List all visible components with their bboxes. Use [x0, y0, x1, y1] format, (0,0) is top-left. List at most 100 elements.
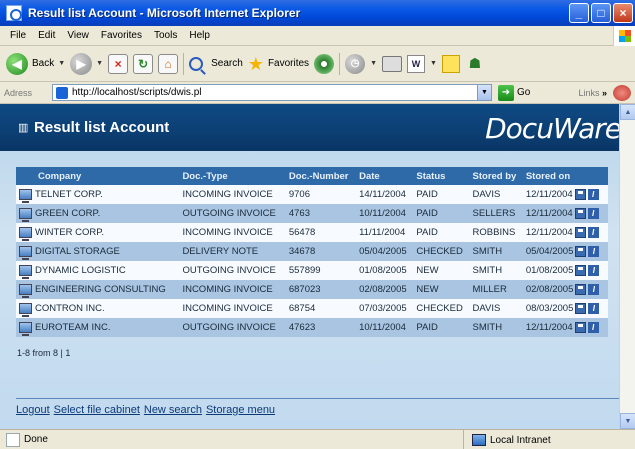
maximize-button[interactable]: □ [591, 3, 611, 23]
refresh-icon[interactable]: ↻ [133, 53, 154, 74]
address-dropdown-icon[interactable]: ▼ [477, 85, 491, 100]
info-icon[interactable]: i [588, 302, 600, 314]
info-icon[interactable]: i [587, 226, 599, 238]
edit-dropdown-icon[interactable]: ▼ [430, 60, 437, 67]
column-header[interactable]: Doc.-Type [179, 167, 286, 185]
history-icon[interactable]: ◷ [345, 53, 366, 74]
table-cell: NEW [413, 261, 470, 280]
save-icon[interactable] [575, 283, 587, 295]
menu-favorites[interactable]: Favorites [95, 30, 148, 41]
table-cell: 4763 [285, 204, 357, 223]
column-header[interactable]: Stored on [522, 167, 608, 185]
table-cell: 05/04/2005 i [522, 242, 608, 261]
document-viewer-icon[interactable] [19, 188, 32, 203]
table-cell: DYNAMIC LOGISTIC [16, 261, 180, 280]
save-icon[interactable] [574, 226, 586, 238]
zone-label: Local Intranet [490, 434, 551, 446]
cabinet-icon: ▥ [18, 122, 29, 134]
table-row[interactable]: CONTRON INC. INCOMING INVOICE 68754 07/03/2… [16, 299, 608, 318]
discuss-icon[interactable] [441, 54, 460, 73]
cell-text: PAID [416, 208, 438, 219]
page-icon [56, 86, 68, 99]
column-header[interactable]: Status [413, 167, 470, 185]
table-row[interactable]: TELNET CORP. INCOMING INVOICE 9706 14/11/20… [16, 185, 608, 204]
document-viewer-icon[interactable] [19, 264, 32, 279]
select-file-cabinet-link[interactable]: Select file cabinet [54, 404, 140, 416]
back-dropdown-icon[interactable]: ▼ [58, 60, 65, 67]
address-input[interactable]: http://localhost/scripts/dwis.pl ▼ [52, 84, 492, 101]
forward-button[interactable]: ▶ ▼ [70, 52, 103, 75]
table-cell: 14/11/2004 [356, 185, 414, 204]
table-row[interactable]: DYNAMIC LOGISTIC OUTGOING INVOICE 557899 01… [16, 261, 608, 280]
menu-edit[interactable]: Edit [32, 30, 61, 41]
column-header[interactable]: Company [16, 167, 180, 185]
favorites-button[interactable]: ★ Favorites [248, 55, 309, 73]
save-icon[interactable] [575, 264, 587, 276]
save-icon[interactable] [574, 188, 586, 200]
logout-link[interactable]: Logout [16, 404, 50, 416]
table-cell: 12/11/2004 i [522, 223, 608, 242]
print-icon[interactable] [382, 55, 402, 72]
home-icon[interactable]: ⌂ [158, 53, 179, 74]
new-search-link[interactable]: New search [144, 404, 202, 416]
document-viewer-icon[interactable] [19, 226, 32, 241]
table-row[interactable]: GREEN CORP. OUTGOING INVOICE 4763 10/11/200… [16, 204, 608, 223]
column-header[interactable]: Stored by [469, 167, 523, 185]
info-icon[interactable]: i [588, 245, 600, 257]
toolbar-extra-icon[interactable] [613, 84, 631, 101]
info-icon[interactable]: i [587, 207, 599, 219]
table-row[interactable]: WINTER CORP. INCOMING INVOICE 56478 11/11/2… [16, 223, 608, 242]
save-icon[interactable] [575, 245, 587, 257]
info-icon[interactable]: i [587, 188, 599, 200]
info-icon[interactable]: i [587, 321, 599, 333]
go-button[interactable]: ➜ Go [498, 84, 530, 101]
edit-icon[interactable]: W [407, 54, 425, 73]
vertical-scrollbar[interactable]: ▲ ▼ [619, 104, 635, 429]
document-viewer-icon[interactable] [19, 207, 32, 222]
save-icon[interactable] [574, 321, 586, 333]
table-cell: 07/03/2005 [356, 299, 414, 318]
search-button[interactable]: Search [189, 56, 243, 71]
links-button[interactable]: Links » [578, 88, 607, 98]
document-viewer-icon[interactable] [19, 283, 32, 298]
messenger-icon[interactable]: ☗ [465, 55, 485, 73]
scroll-up-icon[interactable]: ▲ [620, 104, 635, 120]
menu-file[interactable]: File [4, 30, 32, 41]
table-cell: DAVIS [469, 299, 523, 318]
close-button[interactable]: × [613, 3, 633, 23]
document-viewer-icon[interactable] [19, 245, 32, 260]
window-controls: _ □ × [569, 3, 633, 23]
document-viewer-icon[interactable] [19, 321, 32, 336]
column-header[interactable]: Date [356, 167, 414, 185]
menu-view[interactable]: View [61, 30, 95, 41]
history-dropdown-icon[interactable]: ▼ [370, 60, 377, 67]
info-icon[interactable]: i [588, 264, 600, 276]
info-icon[interactable]: i [588, 283, 600, 295]
table-cell: CONTRON INC. [16, 299, 180, 318]
media-icon[interactable] [314, 53, 335, 74]
table-cell: WINTER CORP. [16, 223, 180, 242]
table-row[interactable]: ENGINEERING CONSULTING INCOMING INVOICE 68… [16, 280, 608, 299]
document-viewer-icon[interactable] [19, 302, 32, 317]
save-icon[interactable] [575, 302, 587, 314]
table-row[interactable]: EUROTEAM INC. OUTGOING INVOICE 47623 10/11/… [16, 318, 608, 337]
menu-tools[interactable]: Tools [148, 30, 183, 41]
table-cell: ENGINEERING CONSULTING [16, 280, 180, 299]
stop-icon[interactable]: × [108, 53, 129, 74]
cell-text: PAID [416, 189, 438, 200]
storage-menu-link[interactable]: Storage menu [206, 404, 275, 416]
scroll-down-icon[interactable]: ▼ [620, 413, 635, 429]
table-cell: TELNET CORP. [16, 185, 180, 204]
cell-text: TELNET CORP. [35, 189, 103, 200]
back-button[interactable]: ◀ Back ▼ [6, 52, 65, 75]
table-cell: INCOMING INVOICE [179, 223, 286, 242]
cell-text: PAID [416, 322, 438, 333]
column-header[interactable]: Doc.-Number [285, 167, 357, 185]
minimize-button[interactable]: _ [569, 3, 589, 23]
cell-text: 10/11/2004 [359, 208, 406, 219]
address-url: http://localhost/scripts/dwis.pl [72, 87, 202, 98]
menu-help[interactable]: Help [183, 30, 216, 41]
forward-dropdown-icon[interactable]: ▼ [96, 60, 103, 67]
save-icon[interactable] [574, 207, 586, 219]
table-row[interactable]: DIGITAL STORAGE DELIVERY NOTE 34678 05/04/2… [16, 242, 608, 261]
